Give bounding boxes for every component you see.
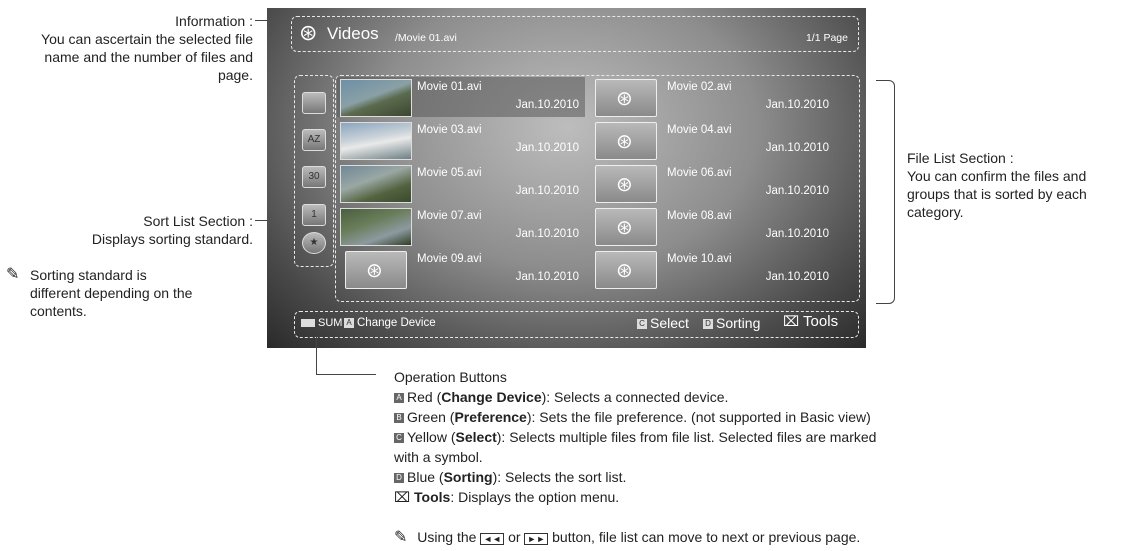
page-navigation-note: ✎ Using the ◄◄ or ►► button, file list c…	[394, 529, 861, 546]
file-list-title: File List Section :	[907, 150, 1014, 166]
file-item[interactable]: Movie 03.avi Jan.10.2010	[337, 120, 585, 160]
file-list-annotation: File List Section : You can confirm the …	[907, 149, 1121, 221]
file-item[interactable]: Movie 05.avi Jan.10.2010	[337, 163, 585, 203]
file-list-desc-1: You can confirm the files and	[907, 168, 1087, 184]
file-date: Jan.10.2010	[765, 228, 829, 240]
file-date: Jan.10.2010	[515, 142, 579, 154]
file-name: Movie 06.avi	[667, 167, 732, 179]
operation-line: A Red (Change Device): Selects a connecte…	[394, 387, 728, 407]
file-item[interactable]: ⊛ Movie 08.avi Jan.10.2010	[587, 206, 835, 246]
file-name: Movie 07.avi	[417, 210, 482, 222]
tv-screen: ⊛ Videos /Movie 01.avi 1/1 Page AZ 30 1 …	[267, 8, 866, 348]
sorting-button[interactable]: D Sorting	[703, 315, 760, 331]
fast-forward-button-icon: ►►	[524, 533, 549, 545]
file-name: Movie 02.avi	[667, 81, 732, 93]
sort-annotation: Sort List Section : Displays sorting sta…	[0, 212, 253, 248]
file-date: Jan.10.2010	[765, 99, 829, 111]
sorting-note-2: different depending on the	[30, 285, 193, 301]
file-list-desc-2: groups that is sorted by each	[907, 186, 1087, 202]
operation-line: B Green (Preference): Sets the file prefe…	[394, 407, 871, 427]
file-name: Movie 09.avi	[417, 253, 482, 265]
file-item[interactable]: ⊛ Movie 09.avi Jan.10.2010	[337, 249, 585, 289]
information-desc-1: You can ascertain the selected file	[41, 31, 253, 47]
remote-icon	[301, 319, 315, 328]
current-path: /Movie 01.avi	[395, 32, 457, 44]
video-file-icon: ⊛	[595, 122, 657, 160]
sorting-note: ✎ Sorting standard is different dependin…	[6, 266, 256, 320]
video-thumbnail	[340, 208, 412, 246]
information-annotation: Information : You can ascertain the sele…	[0, 12, 253, 84]
file-date: Jan.10.2010	[515, 185, 579, 197]
sort-calendar-1-icon[interactable]: 1	[302, 204, 326, 226]
sort-alphabetical-icon[interactable]: AZ	[302, 129, 326, 151]
operation-line: with a symbol.	[394, 449, 483, 465]
sort-star-icon[interactable]: ★	[302, 232, 326, 254]
page-indicator: 1/1 Page	[805, 32, 848, 44]
operation-leader-horizontal	[316, 374, 376, 375]
file-date: Jan.10.2010	[515, 99, 579, 111]
information-desc-3: page.	[217, 67, 253, 83]
tools-icon: ⌧	[783, 313, 800, 329]
video-thumbnail	[340, 79, 412, 117]
file-name: Movie 04.avi	[667, 124, 732, 136]
file-date: Jan.10.2010	[515, 271, 579, 283]
operation-line: C Yellow (Select): Selects multiple files…	[394, 427, 876, 447]
video-file-icon: ⊛	[595, 79, 657, 117]
operation-leader-vertical	[316, 336, 317, 374]
sort-desc: Displays sorting standard.	[91, 231, 253, 247]
video-file-icon: ⊛	[595, 208, 657, 246]
file-item[interactable]: Movie 01.avi Jan.10.2010	[337, 77, 585, 117]
file-list-bracket	[876, 80, 895, 304]
change-device-button[interactable]: A Change Device	[344, 317, 436, 329]
select-button[interactable]: C Select	[637, 315, 689, 331]
note-pencil-icon: ✎	[6, 266, 20, 283]
color-key-icon: D	[394, 473, 404, 484]
file-date: Jan.10.2010	[765, 271, 829, 283]
file-item[interactable]: Movie 07.avi Jan.10.2010	[337, 206, 585, 246]
video-file-icon: ⊛	[345, 251, 407, 289]
operation-line: ⌧ Tools: Displays the option menu.	[394, 489, 620, 505]
tools-icon: ⌧	[394, 489, 415, 505]
file-name: Movie 03.avi	[417, 124, 482, 136]
file-name: Movie 08.avi	[667, 210, 732, 222]
file-list-desc-3: category.	[907, 204, 964, 220]
file-name: Movie 05.avi	[417, 167, 482, 179]
file-item[interactable]: ⊛ Movie 06.avi Jan.10.2010	[587, 163, 835, 203]
video-thumbnail	[340, 122, 412, 160]
file-name: Movie 10.avi	[667, 253, 732, 265]
color-key-icon: A	[394, 393, 404, 404]
tools-button[interactable]: ⌧ Tools	[783, 313, 838, 330]
sum-button[interactable]: SUM	[301, 317, 342, 329]
file-name: Movie 01.avi	[417, 81, 482, 93]
information-desc-2: name and the number of files and	[44, 49, 253, 65]
operation-title: Operation Buttons	[394, 369, 507, 385]
operation-line: D Blue (Sorting): Selects the sort list.	[394, 467, 626, 487]
file-item[interactable]: ⊛ Movie 02.avi Jan.10.2010	[587, 77, 835, 117]
color-key-icon: B	[394, 413, 404, 424]
video-file-icon: ⊛	[595, 251, 657, 289]
sort-folder-icon[interactable]	[302, 92, 326, 114]
color-key-icon: C	[394, 433, 404, 444]
file-date: Jan.10.2010	[765, 142, 829, 154]
file-item[interactable]: ⊛ Movie 04.avi Jan.10.2010	[587, 120, 835, 160]
file-date: Jan.10.2010	[765, 185, 829, 197]
file-item[interactable]: ⊛ Movie 10.avi Jan.10.2010	[587, 249, 835, 289]
rewind-button-icon: ◄◄	[480, 533, 505, 545]
sort-calendar-30-icon[interactable]: 30	[302, 166, 326, 188]
sorting-note-3: contents.	[30, 303, 87, 319]
video-thumbnail	[340, 165, 412, 203]
file-date: Jan.10.2010	[515, 228, 579, 240]
sort-title: Sort List Section :	[143, 213, 253, 229]
video-file-icon: ⊛	[595, 165, 657, 203]
videos-reel-icon: ⊛	[299, 20, 318, 45]
note-pencil-icon: ✎	[394, 529, 408, 546]
information-title: Information :	[175, 13, 253, 29]
screen-title: Videos	[327, 24, 379, 43]
sorting-note-1: Sorting standard is	[30, 267, 147, 283]
